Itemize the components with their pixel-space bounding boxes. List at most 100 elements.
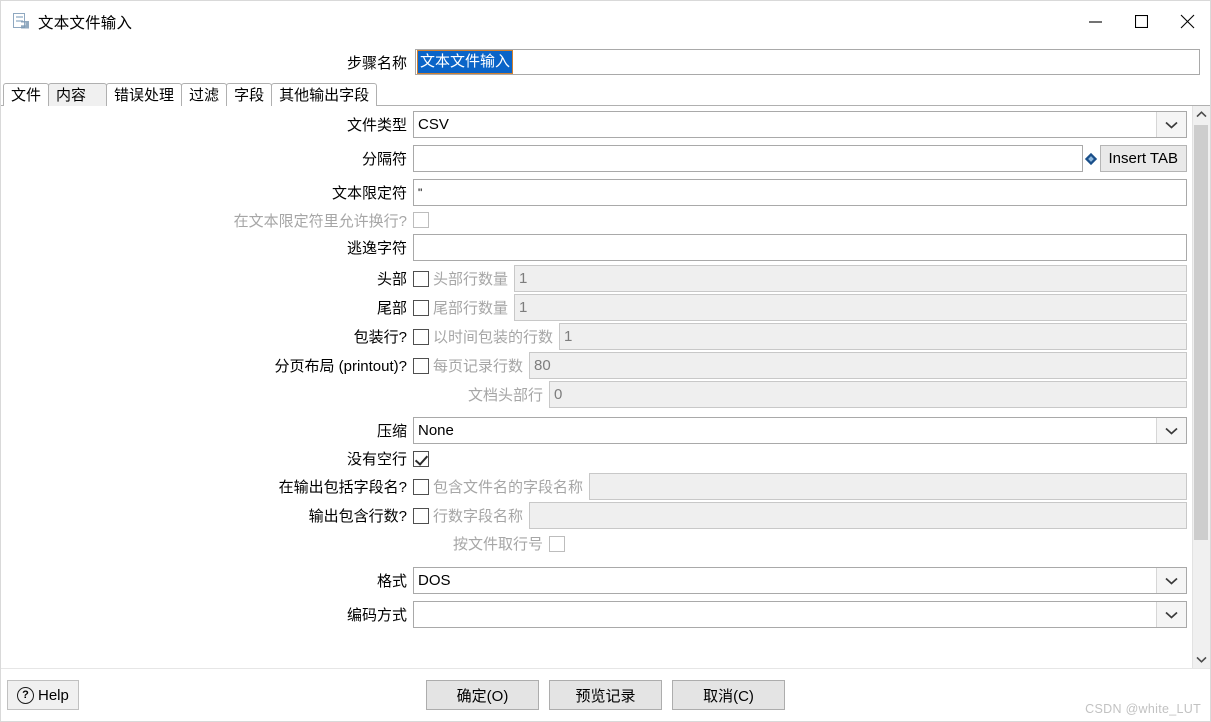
wrapped-count-label: 以时间包装的行数 bbox=[433, 329, 554, 346]
rownum-by-file-label: 按文件取行号 bbox=[452, 536, 543, 553]
enclosure-input[interactable]: " bbox=[413, 179, 1187, 206]
row-escape: 逃逸字符 bbox=[1, 233, 1192, 262]
row-compression: 压缩 None bbox=[1, 416, 1192, 445]
footer-label: 尾部 bbox=[376, 300, 407, 317]
cancel-button[interactable]: 取消(C) bbox=[672, 680, 785, 710]
dialog-footer: ? Help 确定(O) 预览记录 取消(C) CSDN @white_LUT bbox=[1, 668, 1210, 721]
vertical-scrollbar[interactable] bbox=[1192, 106, 1210, 668]
row-wrapped: 包装行? 以时间包装的行数 1 bbox=[1, 322, 1192, 351]
chevron-down-icon[interactable] bbox=[1156, 568, 1186, 593]
footer-count-value: 1 bbox=[519, 299, 528, 316]
format-value: DOS bbox=[418, 572, 451, 589]
header-count-input[interactable]: 1 bbox=[514, 265, 1187, 292]
content-panel: 文件类型 CSV 分隔符 Insert TAB 文本限定符 " 在文本限定符里允… bbox=[1, 106, 1210, 668]
tab-file[interactable]: 文件 bbox=[3, 83, 50, 106]
variable-diamond-icon[interactable] bbox=[1085, 153, 1097, 165]
insert-tab-button[interactable]: Insert TAB bbox=[1099, 145, 1187, 172]
header-checkbox[interactable] bbox=[413, 270, 429, 287]
content-form: 文件类型 CSV 分隔符 Insert TAB 文本限定符 " 在文本限定符里允… bbox=[1, 106, 1192, 668]
no-empty-rows-checkbox[interactable] bbox=[413, 450, 429, 467]
header-count-value: 1 bbox=[519, 270, 528, 287]
tab-label: 内容 bbox=[56, 87, 87, 104]
footer-count-input[interactable]: 1 bbox=[514, 294, 1187, 321]
preview-label: 预览记录 bbox=[575, 687, 636, 705]
step-name-row: 步骤名称 文本文件输入 bbox=[1, 42, 1210, 82]
row-no-empty-rows: 没有空行 bbox=[1, 445, 1192, 472]
chevron-down-icon[interactable] bbox=[1156, 418, 1186, 443]
ok-button[interactable]: 确定(O) bbox=[426, 680, 539, 710]
row-header: 头部 头部行数量 1 bbox=[1, 264, 1192, 293]
filename-field-label: 包含文件名的字段名称 bbox=[433, 479, 584, 496]
window-controls bbox=[1072, 1, 1210, 42]
row-paged: 分页布局 (printout)? 每页记录行数 80 bbox=[1, 351, 1192, 380]
scroll-up-button[interactable] bbox=[1193, 106, 1210, 123]
encoding-combo[interactable] bbox=[413, 601, 1187, 628]
doc-header-value: 0 bbox=[554, 386, 563, 403]
footer-checkbox[interactable] bbox=[413, 299, 429, 316]
tab-content[interactable]: 内容 bbox=[48, 83, 108, 106]
tab-label: 过滤 bbox=[189, 87, 220, 104]
filename-field-input[interactable] bbox=[589, 473, 1187, 500]
preview-records-button[interactable]: 预览记录 bbox=[549, 680, 662, 710]
paged-count-value: 80 bbox=[534, 357, 551, 374]
rownum-field-input[interactable] bbox=[529, 502, 1187, 529]
step-name-label: 步骤名称 bbox=[346, 54, 407, 72]
tab-filter[interactable]: 过滤 bbox=[181, 83, 228, 106]
include-filename-label: 在输出包括字段名? bbox=[278, 479, 407, 496]
encoding-label: 编码方式 bbox=[346, 607, 407, 624]
chevron-down-icon[interactable] bbox=[1156, 602, 1186, 627]
escape-label: 逃逸字符 bbox=[346, 240, 407, 257]
header-count-label: 头部行数量 bbox=[433, 271, 509, 288]
wrapped-label: 包装行? bbox=[353, 329, 407, 346]
doc-header-input[interactable]: 0 bbox=[549, 381, 1187, 408]
minimize-button[interactable] bbox=[1072, 1, 1118, 42]
allow-breaks-checkbox[interactable] bbox=[413, 212, 429, 228]
tab-label: 字段 bbox=[234, 87, 265, 104]
compression-value: None bbox=[418, 422, 454, 439]
include-filename-checkbox[interactable] bbox=[413, 478, 429, 495]
row-encoding: 编码方式 bbox=[1, 600, 1192, 629]
scroll-down-button[interactable] bbox=[1193, 651, 1210, 668]
tab-label: 错误处理 bbox=[114, 87, 175, 104]
compression-combo[interactable]: None bbox=[413, 417, 1187, 444]
doc-header-label: 文档头部行 bbox=[467, 387, 543, 404]
row-footer: 尾部 尾部行数量 1 bbox=[1, 293, 1192, 322]
tab-fields[interactable]: 字段 bbox=[226, 83, 273, 106]
paged-count-input[interactable]: 80 bbox=[529, 352, 1187, 379]
maximize-button[interactable] bbox=[1118, 1, 1164, 42]
separator-input[interactable] bbox=[413, 145, 1083, 172]
row-rownum-by-file: 按文件取行号 bbox=[1, 530, 1192, 557]
filetype-label: 文件类型 bbox=[346, 117, 407, 134]
tab-error-handling[interactable]: 错误处理 bbox=[106, 83, 183, 106]
close-button[interactable] bbox=[1164, 1, 1210, 42]
wrapped-checkbox[interactable] bbox=[413, 328, 429, 345]
tab-additional-output-fields[interactable]: 其他输出字段 bbox=[271, 83, 378, 106]
filetype-combo[interactable]: CSV bbox=[413, 111, 1187, 138]
row-doc-header: 文档头部行 0 bbox=[1, 380, 1192, 409]
cancel-label: 取消(C) bbox=[703, 687, 754, 705]
include-rownum-checkbox[interactable] bbox=[413, 507, 429, 524]
step-name-input[interactable]: 文本文件输入 bbox=[415, 49, 1200, 75]
row-format: 格式 DOS bbox=[1, 566, 1192, 595]
scrollbar-thumb[interactable] bbox=[1194, 125, 1208, 540]
window-title: 文本文件输入 bbox=[38, 14, 133, 32]
allow-breaks-label: 在文本限定符里允许换行? bbox=[233, 212, 407, 230]
row-filetype: 文件类型 CSV bbox=[1, 110, 1192, 139]
row-enclosure: 文本限定符 " bbox=[1, 178, 1192, 207]
chevron-down-icon[interactable] bbox=[1156, 112, 1186, 137]
filetype-value: CSV bbox=[418, 116, 449, 133]
tab-label: 其他输出字段 bbox=[279, 87, 370, 104]
rownum-by-file-checkbox[interactable] bbox=[549, 535, 565, 552]
paged-count-label: 每页记录行数 bbox=[433, 358, 524, 375]
include-rownum-label: 输出包含行数? bbox=[308, 508, 407, 525]
enclosure-value: " bbox=[418, 185, 423, 200]
scrollbar-track[interactable] bbox=[1193, 123, 1210, 651]
enclosure-label: 文本限定符 bbox=[331, 185, 407, 202]
paged-checkbox[interactable] bbox=[413, 357, 429, 374]
rownum-field-label: 行数字段名称 bbox=[433, 508, 524, 525]
step-name-value: 文本文件输入 bbox=[416, 50, 514, 74]
escape-input[interactable] bbox=[413, 234, 1187, 261]
format-combo[interactable]: DOS bbox=[413, 567, 1187, 594]
wrapped-count-input[interactable]: 1 bbox=[559, 323, 1187, 350]
title-bar: 文本文件输入 bbox=[1, 1, 1210, 42]
